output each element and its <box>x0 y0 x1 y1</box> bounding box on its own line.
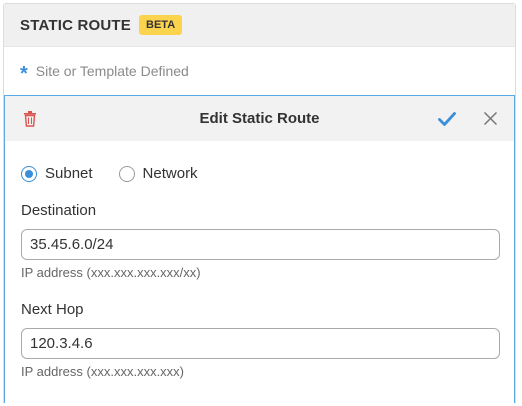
route-type-radio-group: Subnet Network <box>21 165 224 182</box>
trash-icon[interactable] <box>23 111 37 127</box>
next-hop-hint: IP address (xxx.xxx.xxx.xxx) <box>21 364 185 379</box>
inherited-route-row[interactable]: * Site or Template Defined <box>4 47 515 95</box>
checkmark-icon[interactable] <box>438 111 456 127</box>
subnet-radio[interactable] <box>21 165 37 182</box>
destination-label: Destination <box>21 202 97 219</box>
edit-static-route-panel: Edit Static Route Subnet Network Destina… <box>4 95 515 403</box>
network-radio[interactable] <box>118 165 135 182</box>
edit-panel-header: Edit Static Route <box>5 96 514 141</box>
close-icon[interactable] <box>483 111 498 126</box>
destination-hint: IP address (xxx.xxx.xxx.xxx/xx) <box>21 265 201 280</box>
beta-badge: BETA <box>139 15 183 35</box>
next-hop-input[interactable] <box>21 328 500 359</box>
asterisk-icon: * <box>20 63 28 85</box>
section-header: STATIC ROUTE BETA <box>4 4 515 47</box>
destination-input[interactable] <box>21 229 500 260</box>
network-radio-label[interactable]: Network <box>143 165 198 182</box>
next-hop-label: Next Hop <box>21 301 84 318</box>
edit-panel-title: Edit Static Route <box>199 110 320 127</box>
section-title: STATIC ROUTE <box>20 16 132 34</box>
subnet-radio-label[interactable]: Subnet <box>45 165 93 182</box>
inherited-route-label: Site or Template Defined <box>35 63 189 79</box>
static-route-card: STATIC ROUTE BETA * Site or Template Def… <box>3 3 516 403</box>
